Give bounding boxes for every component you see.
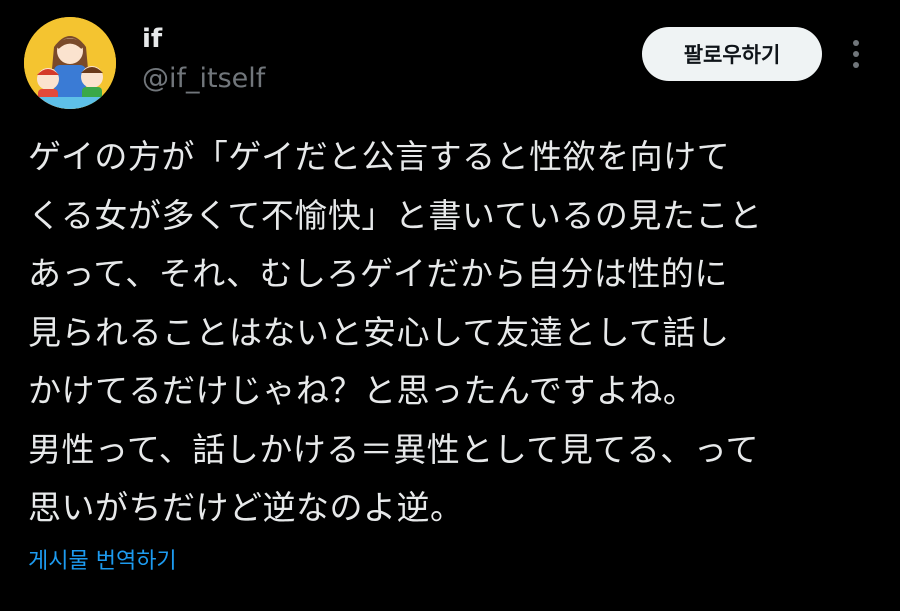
tweet-text-line: 男性って、話しかける＝異性として見てる、って	[28, 429, 760, 469]
more-options-button[interactable]	[840, 36, 872, 72]
tweet-text-line: 見られることはないと安心して友達として話し	[28, 312, 730, 352]
avatar-illustration-icon	[24, 17, 116, 109]
tweet-text-line: あって、それ、むしろゲイだから自分は性的に	[28, 254, 728, 293]
tweet-text: ゲイの方が「ゲイだと公言すると性欲を向けて くる女が多くて不愉快」と書いているの…	[28, 128, 878, 538]
follow-button[interactable]: 팔로우하기	[642, 27, 822, 81]
author-display-name[interactable]: if	[142, 22, 162, 56]
author-avatar[interactable]	[24, 17, 116, 109]
tweet-text-line: ゲイの方が「ゲイだと公言すると性欲を向けて	[28, 137, 731, 176]
tweet-text-line: かけてるだけじゃね？と思ったんですよね。	[28, 371, 697, 410]
more-vertical-icon	[853, 40, 859, 68]
tweet-text-line: 思いがちだけど逆なのよ逆。	[28, 488, 464, 527]
translate-post-link[interactable]: 게시물 번역하기	[28, 546, 177, 578]
author-handle[interactable]: @if_itself	[142, 62, 265, 96]
tweet-text-line: くる女が多くて不愉快」と書いているの見たこと	[28, 195, 763, 235]
